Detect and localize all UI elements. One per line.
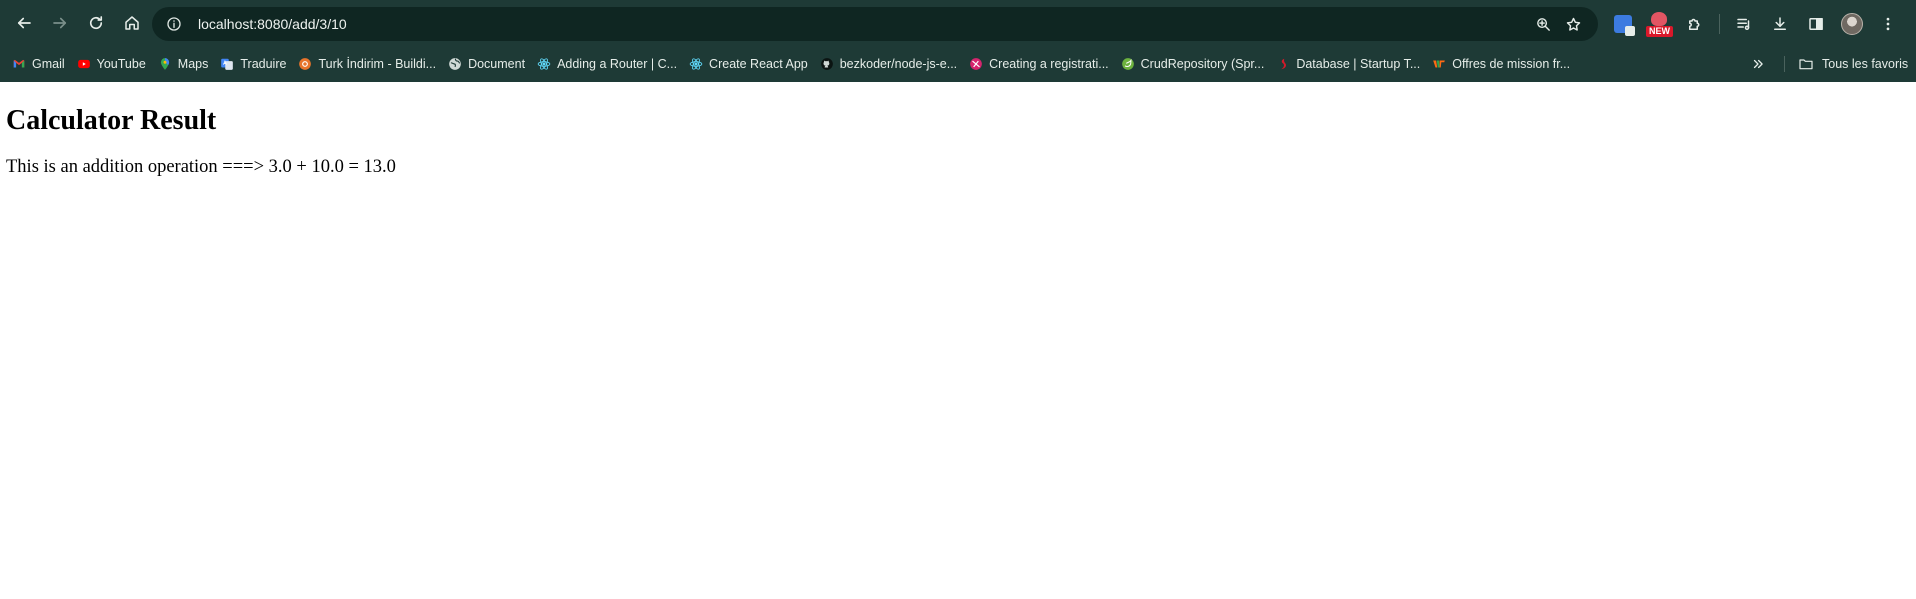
bookmarks-separator bbox=[1784, 56, 1785, 72]
side-panel-icon bbox=[1809, 18, 1823, 30]
more-vertical-icon bbox=[1886, 17, 1890, 31]
gmail-icon bbox=[12, 57, 26, 71]
new-badge: NEW bbox=[1646, 26, 1673, 37]
home-button[interactable] bbox=[114, 5, 150, 41]
address-bar[interactable]: localhost:8080/add/3/10 bbox=[152, 7, 1598, 41]
arrow-left-icon bbox=[17, 17, 31, 29]
globe-icon bbox=[448, 57, 462, 71]
bookmark-creating-a-registration[interactable]: Creating a registrati... bbox=[963, 50, 1115, 78]
browser-chrome: localhost:8080/add/3/10 NEW Gmail YouTub… bbox=[0, 0, 1916, 82]
queue-music-icon bbox=[1737, 18, 1750, 30]
bookmark-database-startup[interactable]: Database | Startup T... bbox=[1270, 50, 1426, 78]
bookmark-turk-indirim[interactable]: Turk İndirim - Buildi... bbox=[292, 50, 442, 78]
extensions-button[interactable] bbox=[1677, 6, 1713, 42]
google-translate-icon bbox=[1614, 15, 1635, 36]
site-icon bbox=[1276, 57, 1290, 71]
bookmark-bezkoder[interactable]: bezkoder/node-js-e... bbox=[814, 50, 963, 78]
github-icon bbox=[820, 57, 834, 71]
bookmark-maps[interactable]: Maps bbox=[152, 50, 215, 78]
reading-list-button[interactable] bbox=[1726, 6, 1762, 42]
site-icon bbox=[1432, 57, 1446, 71]
side-panel-button[interactable] bbox=[1798, 6, 1834, 42]
back-button[interactable] bbox=[6, 5, 42, 41]
maps-icon bbox=[158, 57, 172, 71]
downloads-button[interactable] bbox=[1762, 6, 1798, 42]
menu-button[interactable] bbox=[1870, 6, 1906, 42]
page-content: Calculator Result This is an addition op… bbox=[0, 82, 1916, 186]
bookmark-star-button[interactable] bbox=[1558, 9, 1588, 39]
download-icon bbox=[1774, 17, 1786, 30]
bookmark-create-react-app[interactable]: Create React App bbox=[683, 50, 814, 78]
url-text[interactable]: localhost:8080/add/3/10 bbox=[198, 16, 1528, 32]
bookmark-youtube[interactable]: YouTube bbox=[71, 50, 152, 78]
spring-icon bbox=[1121, 57, 1135, 71]
react-icon bbox=[537, 57, 551, 71]
chevron-double-right-icon bbox=[1753, 59, 1763, 69]
bookmark-document[interactable]: Document bbox=[442, 50, 531, 78]
translate-extension-button[interactable] bbox=[1605, 6, 1641, 42]
browser-toolbar: localhost:8080/add/3/10 NEW bbox=[0, 0, 1916, 46]
puzzle-icon bbox=[1689, 18, 1700, 30]
zoom-icon bbox=[1536, 17, 1550, 31]
translate-icon bbox=[220, 57, 234, 71]
site-info-button[interactable] bbox=[162, 12, 186, 36]
home-icon bbox=[125, 16, 139, 30]
all-bookmarks-button[interactable]: Tous les favoris bbox=[1792, 50, 1914, 78]
bookmark-traduire[interactable]: Traduire bbox=[214, 50, 292, 78]
toolbar-separator bbox=[1719, 14, 1720, 34]
forward-button[interactable] bbox=[42, 5, 78, 41]
arrow-right-icon bbox=[53, 17, 67, 29]
bookmark-adding-a-router[interactable]: Adding a Router | C... bbox=[531, 50, 683, 78]
result-message: This is an addition operation ===> 3.0 +… bbox=[6, 157, 396, 177]
reload-icon bbox=[89, 16, 103, 30]
bookmarks-overflow-button[interactable] bbox=[1742, 50, 1774, 78]
profile-button[interactable] bbox=[1834, 6, 1870, 42]
reload-button[interactable] bbox=[78, 5, 114, 41]
avatar bbox=[1841, 13, 1863, 35]
youtube-icon bbox=[77, 57, 91, 71]
bookmarks-bar: Gmail YouTube Maps Traduire Turk İndirim… bbox=[0, 46, 1916, 82]
bookmark-gmail[interactable]: Gmail bbox=[6, 50, 71, 78]
bookmark-crudrepository[interactable]: CrudRepository (Spr... bbox=[1115, 50, 1271, 78]
info-icon bbox=[167, 17, 181, 31]
react-icon bbox=[689, 57, 703, 71]
page-title: Calculator Result bbox=[6, 105, 217, 136]
star-icon bbox=[1566, 17, 1580, 31]
folder-icon bbox=[1798, 56, 1814, 72]
site-icon bbox=[298, 57, 312, 71]
extension-new-icon: NEW bbox=[1646, 11, 1673, 37]
bookmark-offres-de-mission[interactable]: Offres de mission fr... bbox=[1426, 50, 1576, 78]
toolbar-right: NEW bbox=[1605, 6, 1906, 42]
new-extension-button[interactable]: NEW bbox=[1641, 6, 1677, 42]
zoom-button[interactable] bbox=[1528, 9, 1558, 39]
site-icon bbox=[969, 57, 983, 71]
